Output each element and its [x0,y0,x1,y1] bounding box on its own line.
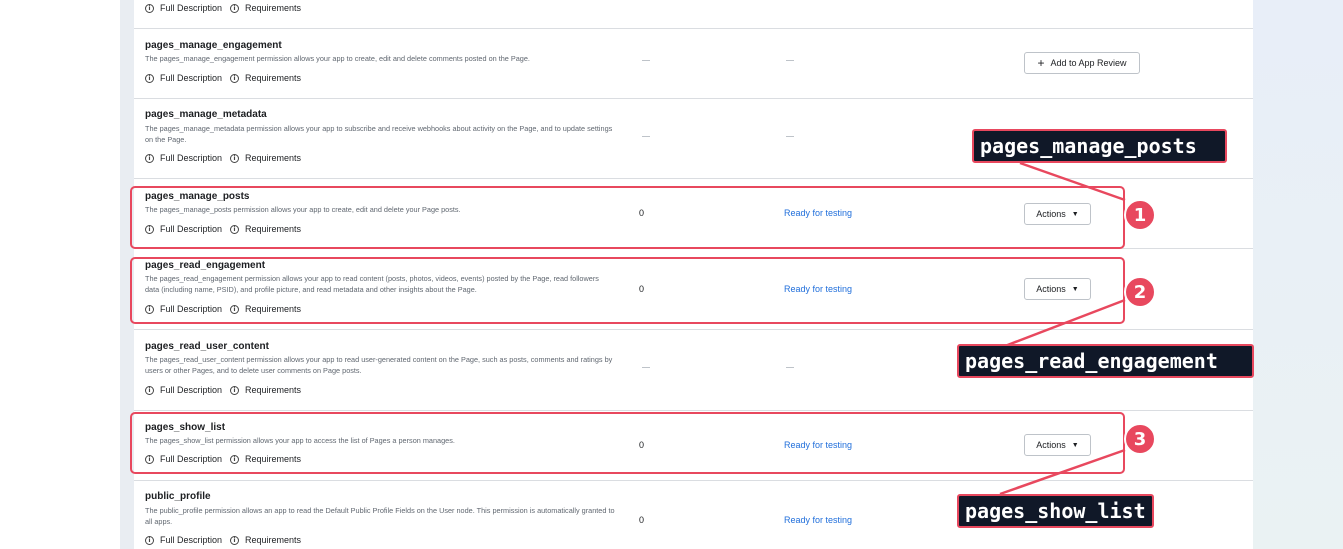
link-label: Requirements [245,3,302,13]
highlight-box-pages-show-list [130,412,1125,474]
status-link[interactable]: Ready for testing [784,515,852,525]
info-icon: i [230,153,240,163]
link-label: Full Description [160,385,223,395]
requirements-link[interactable]: i Requirements [230,3,301,13]
add-to-app-review-button[interactable]: + Add to App Review [1024,52,1140,74]
number-badge: 1 [1124,199,1156,231]
link-label: Full Description [160,535,223,545]
info-icon: i [230,535,240,545]
review-count: 0 [639,515,645,525]
permission-description: The public_profile permission allows an … [145,506,615,526]
callout-label: pages_manage_posts [972,129,1227,163]
row-links: i Full Description i Requirements [145,535,309,545]
link-label: Requirements [245,73,302,83]
full-description-link[interactable]: i Full Description [145,385,222,395]
empty-status [786,60,794,61]
row-links: i Full Description i Requirements [145,153,309,163]
highlight-box-pages-read-engagement [130,257,1125,324]
full-description-link[interactable]: i Full Description [145,535,222,545]
info-icon: i [145,535,154,545]
link-label: Full Description [160,73,223,83]
info-icon: i [230,73,240,83]
permission-description: The pages_manage_engagement permission a… [145,54,530,63]
info-icon: i [230,3,240,13]
callout-label: pages_read_engagement [957,344,1254,378]
info-icon: i [145,153,154,163]
info-icon: i [230,385,240,395]
right-gutter [1253,0,1343,549]
number-badge: 2 [1124,276,1156,308]
permission-name: public_profile [145,491,211,502]
permission-name: pages_read_user_content [145,341,269,352]
link-label: Requirements [245,153,302,163]
link-label: Full Description [160,153,223,163]
info-icon: i [145,73,154,83]
empty-count [642,60,650,61]
empty-status [786,367,794,368]
plus-icon: + [1037,56,1045,70]
permission-description: The pages_read_user_content permission a… [145,355,613,375]
callout-label: pages_show_list [957,494,1154,528]
page-background [0,0,120,549]
row-links: i Full Description i Requirements [145,73,309,83]
requirements-link[interactable]: i Requirements [230,153,301,163]
highlight-box-pages-manage-posts [130,186,1125,249]
table-row: pages_manage_engagement The pages_manage… [134,29,1253,99]
permission-description: The pages_manage_metadata permission all… [145,124,613,144]
requirements-link[interactable]: i Requirements [230,73,301,83]
empty-status [786,136,794,137]
table-row: i Full Description i Requirements [134,0,1253,29]
requirements-link[interactable]: i Requirements [230,535,301,545]
info-icon: i [145,385,154,395]
full-description-link[interactable]: i Full Description [145,3,222,13]
empty-count [642,367,650,368]
full-description-link[interactable]: i Full Description [145,153,222,163]
info-icon: i [145,3,154,13]
row-links: i Full Description i Requirements [145,3,309,13]
requirements-link[interactable]: i Requirements [230,385,301,395]
permission-name: pages_manage_metadata [145,109,267,120]
button-label: Add to App Review [1050,58,1127,68]
full-description-link[interactable]: i Full Description [145,73,222,83]
permission-name: pages_manage_engagement [145,40,282,51]
row-links: i Full Description i Requirements [145,385,309,395]
link-label: Requirements [245,385,302,395]
empty-count [642,136,650,137]
number-badge: 3 [1124,423,1156,455]
link-label: Requirements [245,535,302,545]
link-label: Full Description [160,3,223,13]
